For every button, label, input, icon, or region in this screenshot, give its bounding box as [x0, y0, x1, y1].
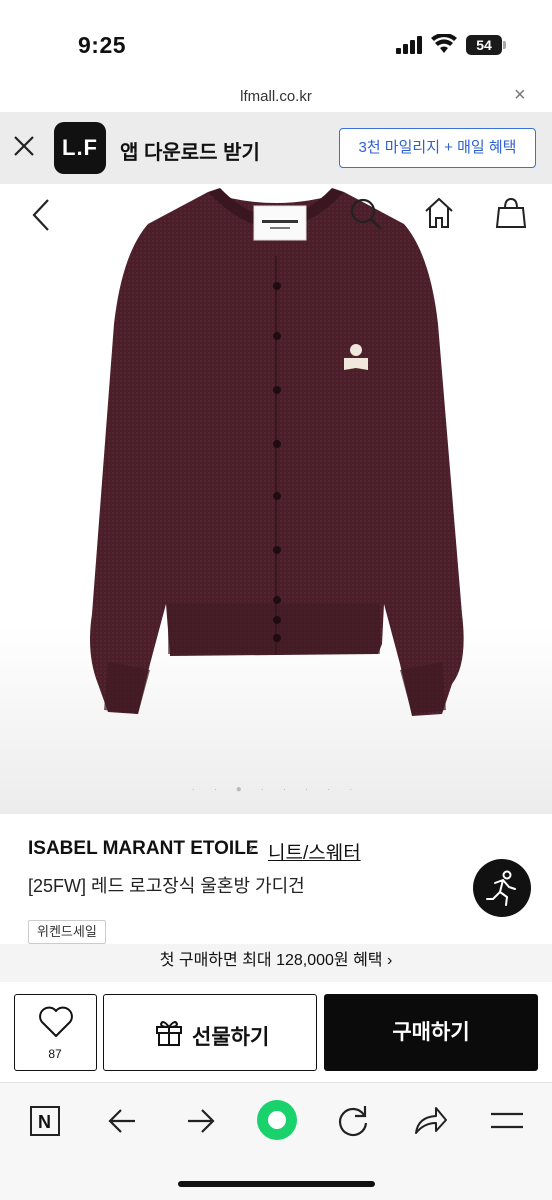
share-icon[interactable]	[410, 1101, 450, 1141]
app-benefit-button[interactable]: 3천 마일리지 + 매일 혜택	[339, 128, 536, 168]
forward-arrow-icon[interactable]	[180, 1101, 220, 1141]
back-icon[interactable]	[28, 198, 54, 232]
runner-button[interactable]	[473, 859, 531, 917]
like-count: 87	[48, 1047, 62, 1061]
naver-n-icon[interactable]: N	[26, 1101, 66, 1141]
home-icon[interactable]	[423, 196, 455, 230]
running-person-icon	[486, 870, 516, 906]
product-name: [25FW] 레드 로고장식 울혼방 가디건	[28, 876, 305, 896]
battery-icon: 54	[466, 35, 502, 55]
battery-tip	[503, 41, 506, 49]
menu-icon[interactable]	[487, 1101, 527, 1141]
wifi-icon	[431, 34, 457, 53]
gift-label: 선물하기	[192, 1026, 270, 1049]
refresh-icon[interactable]	[333, 1101, 373, 1141]
purchase-bar: 87 선물하기 구매하기	[0, 982, 552, 1082]
buy-button[interactable]: 구매하기	[324, 994, 538, 1071]
green-dot-icon[interactable]	[256, 1099, 298, 1141]
category-link[interactable]: 니트/스웨터	[268, 838, 361, 865]
status-bar: 9:25 54	[0, 0, 552, 82]
url-text[interactable]: lfmall.co.kr	[0, 88, 552, 105]
lf-logo: L.F	[54, 122, 106, 174]
cardigan-image	[90, 188, 464, 716]
close-icon[interactable]	[12, 134, 36, 158]
url-close-icon[interactable]: ×	[514, 84, 526, 107]
gift-button[interactable]: 선물하기	[103, 994, 317, 1071]
gift-icon	[156, 1021, 182, 1046]
naver-n-label: N	[38, 1112, 51, 1132]
banner-title: 앱 다운로드 받기	[120, 142, 260, 164]
search-icon[interactable]	[348, 196, 384, 232]
heart-icon	[39, 1006, 73, 1037]
signal-icon	[396, 36, 422, 54]
like-button[interactable]: 87	[14, 994, 97, 1071]
product-info: ISABEL MARANT ETOILE › 니트/스웨터 [25FW] 레드 …	[0, 814, 552, 944]
image-pager[interactable]: · · ● · · · · ·	[0, 784, 552, 795]
app-download-banner: L.F 앱 다운로드 받기 3천 마일리지 + 매일 혜택	[0, 112, 552, 184]
product-image[interactable]: · · ● · · · · ·	[0, 184, 552, 814]
home-indicator	[178, 1181, 375, 1187]
browser-toolbar: N	[0, 1082, 552, 1200]
brand-name[interactable]: ISABEL MARANT ETOILE	[28, 838, 258, 860]
sale-badge: 위켄드세일	[28, 920, 106, 944]
promo-banner[interactable]: 첫 구매하면 최대 128,000원 혜택 ›	[0, 944, 552, 982]
status-time: 9:25	[78, 32, 127, 58]
url-bar[interactable]: lfmall.co.kr ×	[0, 82, 552, 112]
back-arrow-icon[interactable]	[103, 1101, 143, 1141]
chevron-right-icon: ›	[248, 838, 254, 858]
shopping-bag-icon[interactable]	[495, 196, 527, 230]
